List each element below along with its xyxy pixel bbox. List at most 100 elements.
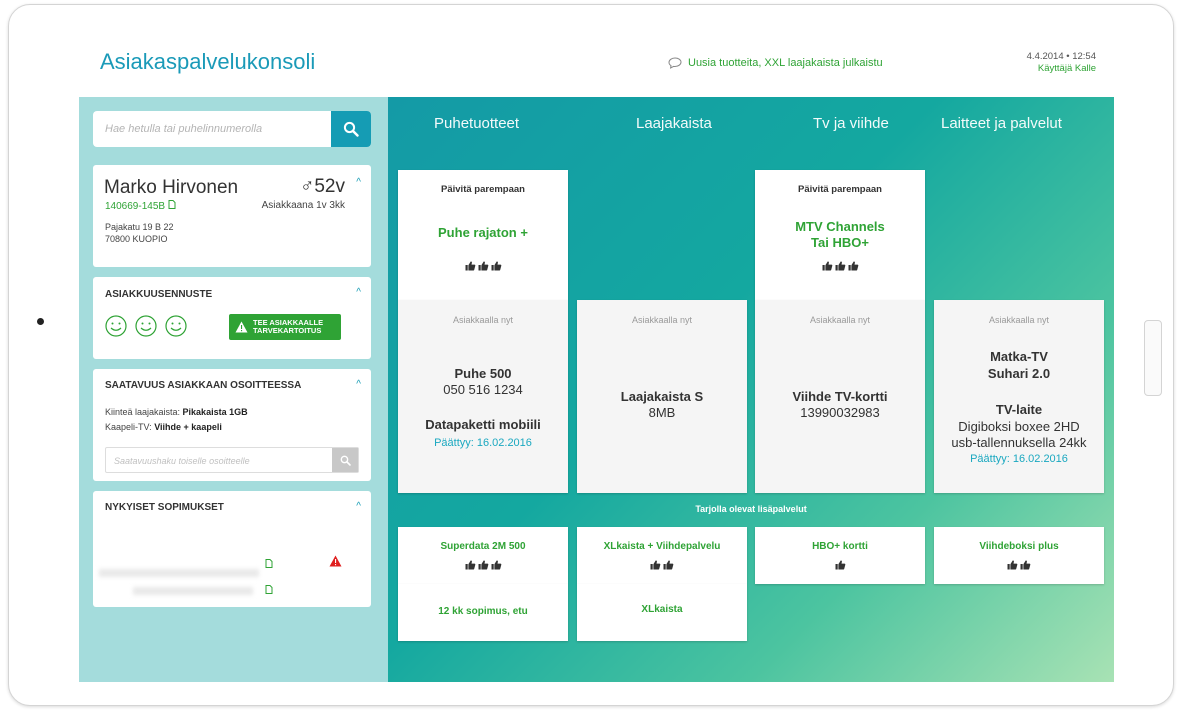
current-card-tv[interactable]: Asiakkaalla nyt Viihde TV-kortti 1399003… bbox=[755, 300, 925, 493]
end-date: Päättyy: 16.02.2016 bbox=[970, 453, 1068, 465]
thumbs-up-icon bbox=[822, 261, 832, 271]
addon-label: Viihdeboksi plus bbox=[979, 541, 1059, 552]
addon-card[interactable]: 12 kk sopimus, etu bbox=[398, 584, 568, 641]
customer-street: Pajakatu 19 B 22 bbox=[105, 222, 174, 232]
thumbs-up-icon bbox=[465, 261, 475, 271]
datetime: 4.4.2014 • 12:54 bbox=[1026, 51, 1096, 62]
document-icon[interactable] bbox=[265, 581, 273, 599]
thumbs-up-icon bbox=[491, 560, 501, 570]
addon-card[interactable]: XLkaista bbox=[577, 584, 747, 641]
forecast-title: ASIAKKUUSENNUSTE bbox=[105, 289, 213, 300]
addon-label: 12 kk sopimus, etu bbox=[438, 606, 528, 617]
upgrade-card-tv[interactable]: Päivitä parempaan MTV Channels Tai HBO+ bbox=[755, 170, 925, 300]
rating-thumbs bbox=[934, 560, 1104, 570]
upgrade-product-line1: MTV Channels bbox=[795, 219, 885, 234]
broadband-speed: 8MB bbox=[648, 405, 676, 420]
customer-id-text: 140669-145B bbox=[105, 201, 166, 212]
customer-city: 70800 KUOPIO bbox=[105, 234, 168, 244]
speech-bubble-icon bbox=[668, 57, 682, 69]
tab-laitteet-ja-palvelut[interactable]: Laitteet ja palvelut bbox=[941, 115, 1062, 132]
availability-search-button[interactable] bbox=[332, 448, 358, 472]
tab-puhetuotteet[interactable]: Puhetuotteet bbox=[434, 115, 519, 132]
thumbs-up-icon bbox=[491, 261, 501, 271]
upgrade-title: Päivitä parempaan bbox=[798, 184, 882, 195]
current-card-phone[interactable]: Asiakkaalla nyt Puhe 500 050 516 1234 Da… bbox=[398, 300, 568, 493]
addon-card[interactable]: HBO+ kortti bbox=[755, 527, 925, 584]
addon-label: HBO+ kortti bbox=[812, 541, 868, 552]
fixed-broadband-label: Kiinteä laajakaista: bbox=[105, 407, 183, 417]
current-product-2: Datapaketti mobiili bbox=[425, 417, 541, 432]
collapse-chevron-icon[interactable]: ^ bbox=[356, 177, 361, 188]
tab-tv-ja-viihde[interactable]: Tv ja viihde bbox=[813, 115, 889, 132]
device-desc-line1: Digiboksi boxee 2HD bbox=[958, 419, 1080, 434]
phone-number: 050 516 1234 bbox=[443, 382, 523, 397]
addons-title: Tarjolla olevat lisäpalvelut bbox=[695, 504, 807, 514]
fixed-broadband-line: Kiinteä laajakaista: Pikakaista 1GB bbox=[105, 407, 248, 417]
customer-search[interactable]: Hae hetulla tai puhelinnumerolla bbox=[93, 111, 371, 147]
thumbs-up-icon bbox=[835, 560, 845, 570]
tab-laajakaista[interactable]: Laajakaista bbox=[636, 115, 712, 132]
customer-gender-age: ♂52v bbox=[300, 176, 345, 197]
availability-search[interactable]: Saatavuushaku toiselle osoitteelle bbox=[105, 447, 359, 473]
sidebar: Hae hetulla tai puhelinnumerolla Marko H… bbox=[79, 97, 388, 682]
current-label: Asiakkaalla nyt bbox=[452, 315, 514, 325]
collapse-chevron-icon[interactable]: ^ bbox=[356, 501, 361, 512]
customer-since: Asiakkaana 1v 3kk bbox=[261, 200, 345, 211]
device-desc-line2: usb-tallennuksella 24kk bbox=[951, 435, 1087, 450]
rating-thumbs bbox=[755, 560, 925, 570]
current-product: Viihde TV-kortti bbox=[792, 389, 888, 404]
thumbs-up-icon bbox=[465, 560, 475, 570]
user-name[interactable]: Käyttäjä Kalle bbox=[1027, 63, 1096, 75]
availability-title: SAATAVUUS ASIAKKAAN OSOITTEESSA bbox=[105, 380, 302, 391]
current-label: Asiakkaalla nyt bbox=[988, 315, 1050, 325]
search-icon bbox=[343, 121, 359, 137]
blurred-contract bbox=[99, 569, 259, 577]
smiley-icon[interactable] bbox=[165, 315, 187, 337]
product-panel: Puhetuotteet Laajakaista Tv ja viihde La… bbox=[388, 97, 1114, 682]
camera-icon bbox=[37, 318, 44, 325]
collapse-chevron-icon[interactable]: ^ bbox=[356, 287, 361, 298]
addon-card[interactable]: XLkaista + Viihdepalvelu bbox=[577, 527, 747, 584]
search-input[interactable]: Hae hetulla tai puhelinnumerolla bbox=[105, 123, 262, 135]
addon-card[interactable]: Viihdeboksi plus bbox=[934, 527, 1104, 584]
current-product: Puhe 500 bbox=[454, 366, 512, 381]
home-button[interactable] bbox=[1144, 320, 1162, 396]
current-label: Asiakkaalla nyt bbox=[631, 315, 693, 325]
app-title: Asiakaspalvelukonsoli bbox=[100, 49, 316, 74]
thumbs-up-icon bbox=[1020, 560, 1031, 570]
cable-tv-line: Kaapeli-TV: Viihde + kaapeli bbox=[105, 422, 222, 432]
rating-thumbs bbox=[398, 261, 568, 271]
upgrade-card-phone[interactable]: Päivitä parempaan Puhe rajaton + bbox=[398, 170, 568, 300]
cable-tv-value: Viihde + kaapeli bbox=[154, 422, 222, 432]
thumbs-up-icon bbox=[1007, 560, 1018, 570]
document-icon[interactable] bbox=[265, 555, 273, 573]
availability-search-input[interactable]: Saatavuushaku toiselle osoitteelle bbox=[114, 456, 250, 466]
thumbs-up-icon bbox=[848, 261, 858, 271]
app-screen: Asiakaspalvelukonsoli Uusia tuotteita, X… bbox=[79, 29, 1114, 682]
smiley-icon[interactable] bbox=[105, 315, 127, 337]
addon-label: XLkaista bbox=[641, 604, 683, 615]
thumbs-up-icon bbox=[663, 560, 674, 570]
contracts-title: NYKYISET SOPIMUKSET bbox=[105, 502, 224, 513]
smiley-icon[interactable] bbox=[135, 315, 157, 337]
forecast-card: ASIAKKUUSENNUSTE ^ TEE ASIAKKAALLE TARVE… bbox=[93, 277, 371, 359]
needs-assessment-line2: TARVEKARTOITUS bbox=[253, 326, 322, 335]
document-icon[interactable] bbox=[168, 200, 176, 212]
thumbs-up-icon bbox=[835, 261, 845, 271]
device-name: TV-laite bbox=[995, 402, 1043, 417]
current-card-devices[interactable]: Asiakkaalla nyt Matka-TV Suhari 2.0 TV-l… bbox=[934, 300, 1104, 493]
addon-card[interactable]: Superdata 2M 500 bbox=[398, 527, 568, 584]
card-number: 13990032983 bbox=[800, 405, 880, 420]
thumbs-up-icon bbox=[650, 560, 661, 570]
current-card-broadband[interactable]: Asiakkaalla nyt Laajakaista S 8MB bbox=[577, 300, 747, 493]
search-button[interactable] bbox=[331, 111, 371, 147]
collapse-chevron-icon[interactable]: ^ bbox=[356, 379, 361, 390]
warning-icon[interactable] bbox=[329, 554, 342, 572]
current-product: Laajakaista S bbox=[620, 389, 704, 404]
addon-label: Superdata 2M 500 bbox=[440, 541, 526, 552]
needs-assessment-button[interactable]: TEE ASIAKKAALLE TARVEKARTOITUS bbox=[229, 314, 341, 340]
news-link[interactable]: Uusia tuotteita, XXL laajakaista julkais… bbox=[668, 57, 883, 69]
current-label: Asiakkaalla nyt bbox=[809, 315, 871, 325]
upgrade-product: Puhe rajaton + bbox=[438, 225, 528, 240]
upgrade-product-line2: Tai HBO+ bbox=[811, 235, 869, 250]
